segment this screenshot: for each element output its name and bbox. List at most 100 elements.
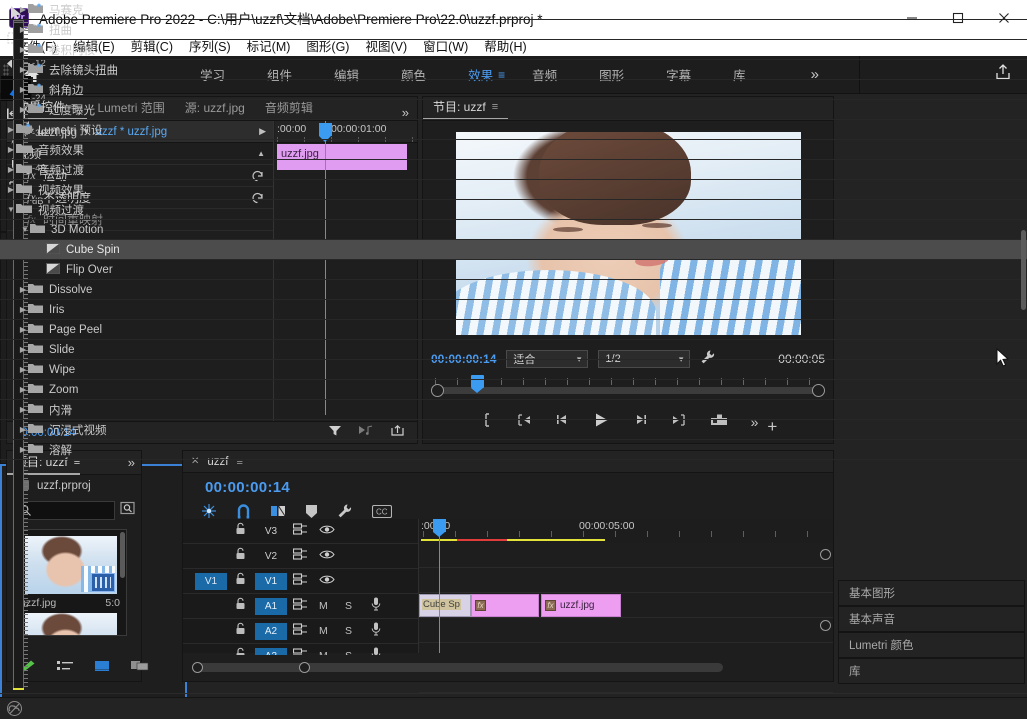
effects-row-bevel-edges[interactable]: ▶ 斜角边 <box>0 80 1027 100</box>
panel-essential-sound[interactable]: 基本声音 <box>838 606 1025 632</box>
twirl-icon[interactable]: ▶ <box>18 25 28 34</box>
effects-row-lens-distortion-removal[interactable]: ▶ 去除镜头扭曲 <box>0 60 1027 80</box>
effects-row-label: 马赛克 <box>49 2 84 18</box>
effects-row-distort[interactable]: ▶ 扭曲 <box>0 20 1027 40</box>
folder-icon <box>28 422 43 437</box>
preset-folder-icon <box>28 2 43 17</box>
twirl-icon[interactable]: ▶ <box>18 365 28 374</box>
effects-row-video-effects[interactable]: ▶ 视频效果 <box>0 180 1027 200</box>
effects-row-slide[interactable]: ▶ Slide <box>0 340 1027 360</box>
effects-row-dissolve-cn[interactable]: ▶ 溶解 <box>0 440 1027 460</box>
effects-panel: ▶ 马赛克 ▶ 扭曲 ▶ 卷积内核 ▶ 去除镜头扭曲 ▶ <box>0 464 187 719</box>
twirl-icon[interactable]: ▶ <box>18 385 28 394</box>
effects-row-wipe[interactable]: ▶ Wipe <box>0 360 1027 380</box>
preset-folder-icon <box>28 42 43 57</box>
effects-row-3d-motion[interactable]: ▼ 3D Motion <box>0 220 1027 240</box>
folder-icon <box>28 402 43 417</box>
effects-row-label: 溶解 <box>49 442 72 458</box>
effects-row-label: 过度曝光 <box>49 102 95 118</box>
folder-icon <box>28 442 43 457</box>
folder-icon <box>28 322 43 337</box>
preset-folder-icon <box>28 82 43 97</box>
effects-row-label: 视频效果 <box>38 182 84 198</box>
twirl-icon[interactable]: ▶ <box>6 145 16 154</box>
effects-row-zoom[interactable]: ▶ Zoom <box>0 380 1027 400</box>
effects-row-page-peel[interactable]: ▶ Page Peel <box>0 320 1027 340</box>
effects-row-label: Zoom <box>49 384 78 396</box>
twirl-down-icon[interactable]: ▼ <box>20 225 30 234</box>
folder-icon <box>28 282 43 297</box>
twirl-icon[interactable]: ▶ <box>18 85 28 94</box>
effects-row-mosaic[interactable]: ▶ 马赛克 <box>0 0 1027 20</box>
effects-row-label: 扭曲 <box>49 22 72 38</box>
effects-row-label: Cube Spin <box>66 244 120 256</box>
twirl-icon[interactable]: ▶ <box>6 185 16 194</box>
effects-row-label: 斜角边 <box>49 82 84 98</box>
folder-icon <box>28 302 43 317</box>
twirl-icon[interactable]: ▶ <box>18 345 28 354</box>
effects-row-dissolve[interactable]: ▶ Dissolve <box>0 280 1027 300</box>
twirl-down-icon[interactable]: ▼ <box>6 205 16 214</box>
twirl-icon[interactable]: ▶ <box>18 445 28 454</box>
panel-lumetri-color[interactable]: Lumetri 颜色 <box>838 632 1025 658</box>
effects-row-audio-transitions[interactable]: ▶ 音频过渡 <box>0 160 1027 180</box>
twirl-icon[interactable]: ▶ <box>18 105 28 114</box>
transition-icon <box>46 243 60 257</box>
preset-folder-icon <box>28 102 43 117</box>
twirl-icon[interactable]: ▶ <box>18 325 28 334</box>
effects-row-label: 3D Motion <box>51 224 103 236</box>
effects-row-cube-spin[interactable]: Cube Spin <box>0 240 1027 260</box>
effects-row-flip-over[interactable]: Flip Over <box>0 260 1027 280</box>
panel-lumetri-color-label: Lumetri 颜色 <box>849 637 914 653</box>
twirl-icon[interactable]: ▶ <box>18 425 28 434</box>
folder-icon <box>16 142 32 157</box>
effects-row-label: Page Peel <box>49 324 102 336</box>
folder-icon <box>28 362 43 377</box>
effects-row-label: Wipe <box>49 364 75 376</box>
twirl-icon[interactable]: ▶ <box>18 305 28 314</box>
effects-row-label: 音频效果 <box>38 142 84 158</box>
effects-row-label: 视频过渡 <box>38 202 84 218</box>
twirl-icon[interactable]: ▶ <box>18 5 28 14</box>
status-bar <box>0 697 1027 719</box>
folder-icon <box>28 342 43 357</box>
panel-libraries-label: 库 <box>849 663 861 679</box>
effects-row-label: Flip Over <box>66 264 113 276</box>
effects-row-label: Lumetri 预设 <box>38 122 103 138</box>
panel-essential-graphics-label: 基本图形 <box>849 585 895 601</box>
premiere-pro-window: Pr Adobe Premiere Pro 2022 - C:\用户\uzzf\… <box>0 0 1027 719</box>
effects-row-iris[interactable]: ▶ Iris <box>0 300 1027 320</box>
twirl-icon[interactable]: ▶ <box>18 405 28 414</box>
effects-row-slide-cn[interactable]: ▶ 内滑 <box>0 400 1027 420</box>
mouse-cursor <box>996 348 1010 374</box>
twirl-icon[interactable]: ▶ <box>18 45 28 54</box>
folder-icon <box>30 222 45 237</box>
preset-folder-icon <box>16 122 32 137</box>
transition-icon <box>46 263 60 277</box>
folder-icon <box>16 202 32 217</box>
effects-row-label: 沉浸式视频 <box>49 422 107 438</box>
effects-row-label: Iris <box>49 304 64 316</box>
folder-icon <box>16 182 32 197</box>
panel-essential-graphics[interactable]: 基本图形 <box>838 580 1025 606</box>
panel-libraries[interactable]: 库 <box>838 658 1025 684</box>
effects-row-label: 内滑 <box>49 402 72 418</box>
twirl-icon[interactable]: ▶ <box>18 285 28 294</box>
twirl-icon[interactable]: ▶ <box>18 65 28 74</box>
effects-row-convolution-kernel[interactable]: ▶ 卷积内核 <box>0 40 1027 60</box>
panel-essential-sound-label: 基本声音 <box>849 611 895 627</box>
effects-row-label: Dissolve <box>49 284 92 296</box>
folder-icon <box>28 382 43 397</box>
twirl-icon[interactable]: ▶ <box>6 165 16 174</box>
preset-folder-icon <box>28 62 43 77</box>
effects-row-label: 音频过渡 <box>38 162 84 178</box>
effects-row-audio-effects[interactable]: ▶ 音频效果 <box>0 140 1027 160</box>
twirl-icon[interactable]: ▶ <box>6 125 16 134</box>
effects-scrollbar[interactable] <box>1021 230 1026 310</box>
effects-row-lumetri-presets[interactable]: ▶ Lumetri 预设 <box>0 120 1027 140</box>
effects-row-immersive-video[interactable]: ▶ 沉浸式视频 <box>0 420 1027 440</box>
effects-row-solarize[interactable]: ▶ 过度曝光 <box>0 100 1027 120</box>
effects-row-video-transitions[interactable]: ▼ 视频过渡 <box>0 200 1027 220</box>
preset-folder-icon <box>28 22 43 37</box>
creative-cloud-icon[interactable] <box>7 701 22 716</box>
